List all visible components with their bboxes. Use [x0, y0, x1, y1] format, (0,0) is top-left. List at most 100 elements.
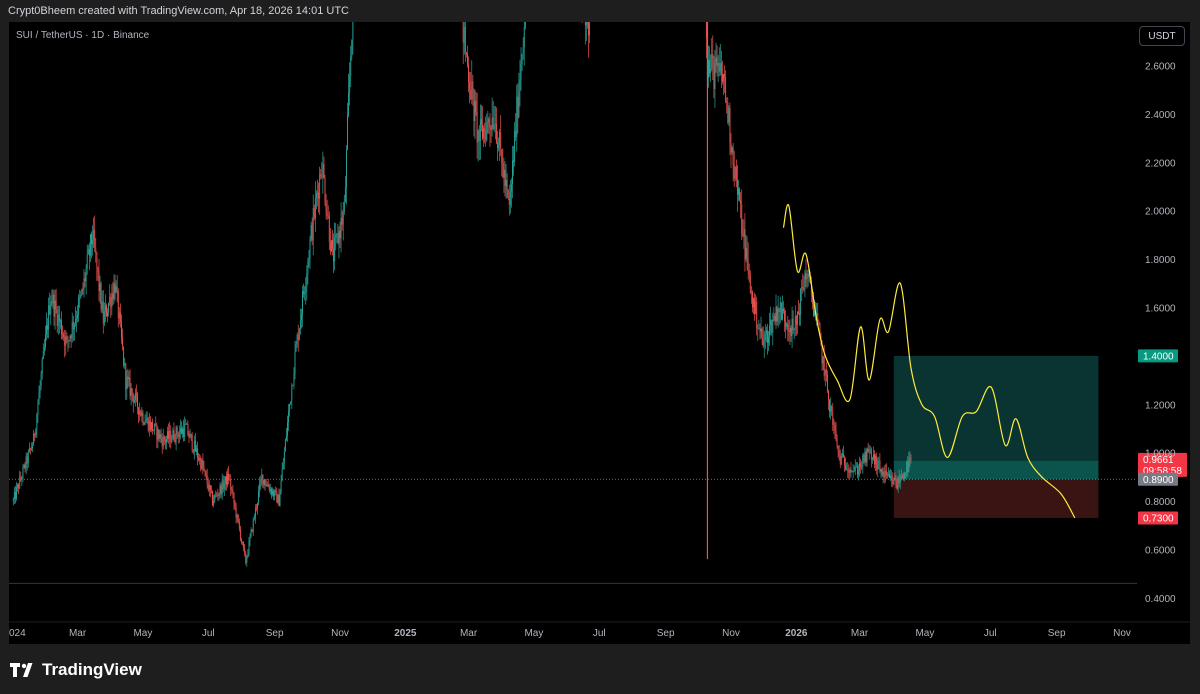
candle[interactable]	[268, 483, 270, 493]
candle[interactable]	[776, 305, 778, 326]
candle[interactable]	[271, 487, 272, 499]
candle[interactable]	[337, 223, 339, 245]
candle[interactable]	[865, 448, 867, 467]
candle[interactable]	[223, 476, 225, 496]
candle[interactable]	[194, 432, 196, 453]
candle[interactable]	[280, 474, 282, 495]
candle[interactable]	[117, 288, 119, 328]
candle[interactable]	[237, 514, 239, 524]
candle[interactable]	[277, 494, 279, 505]
candle[interactable]	[143, 421, 145, 426]
candle[interactable]	[213, 495, 215, 508]
candle[interactable]	[835, 422, 837, 442]
candle[interactable]	[201, 458, 203, 471]
candle[interactable]	[456, 0, 457, 3]
price-label[interactable]: 1.4000	[1138, 349, 1178, 363]
candle[interactable]	[79, 289, 81, 308]
candle[interactable]	[794, 305, 796, 337]
candle[interactable]	[830, 397, 832, 420]
candle[interactable]	[739, 187, 741, 202]
candle[interactable]	[98, 258, 100, 302]
candle[interactable]	[859, 456, 861, 477]
candle[interactable]	[874, 450, 875, 469]
candle[interactable]	[755, 294, 757, 315]
candle[interactable]	[291, 383, 293, 409]
candle[interactable]	[584, 0, 585, 3]
candle[interactable]	[284, 438, 286, 452]
candle[interactable]	[264, 479, 266, 491]
tradingview-logo[interactable]: TradingView	[10, 660, 142, 680]
candle[interactable]	[287, 415, 288, 442]
candle[interactable]	[168, 423, 170, 444]
candle[interactable]	[336, 232, 338, 244]
candle[interactable]	[34, 432, 36, 442]
candle[interactable]	[36, 412, 38, 438]
candle[interactable]	[519, 59, 521, 107]
candle[interactable]	[179, 419, 181, 440]
candle[interactable]	[724, 65, 726, 93]
candle[interactable]	[491, 97, 493, 137]
candle[interactable]	[139, 402, 141, 422]
candle[interactable]	[719, 43, 721, 76]
candle[interactable]	[138, 406, 140, 424]
candle[interactable]	[231, 486, 233, 495]
candle[interactable]	[746, 236, 748, 271]
candle[interactable]	[907, 456, 909, 477]
candle[interactable]	[92, 225, 94, 256]
candle[interactable]	[790, 325, 792, 343]
candle[interactable]	[162, 428, 164, 450]
candle[interactable]	[42, 343, 44, 360]
candle[interactable]	[61, 311, 62, 340]
candle[interactable]	[900, 469, 902, 481]
candle[interactable]	[58, 305, 60, 334]
candle[interactable]	[241, 537, 242, 545]
candle[interactable]	[498, 137, 499, 152]
candle[interactable]	[175, 425, 177, 451]
candle[interactable]	[52, 288, 54, 310]
candle[interactable]	[258, 485, 260, 506]
candle[interactable]	[65, 329, 67, 356]
candle[interactable]	[458, 0, 459, 8]
candle[interactable]	[211, 485, 212, 494]
candle[interactable]	[341, 210, 343, 231]
candle[interactable]	[344, 176, 346, 203]
candle[interactable]	[465, 51, 467, 58]
candle[interactable]	[293, 367, 295, 390]
candle[interactable]	[85, 264, 87, 295]
candle[interactable]	[64, 329, 66, 358]
candle[interactable]	[800, 288, 802, 326]
candle[interactable]	[323, 156, 325, 179]
candle[interactable]	[256, 503, 257, 512]
candle[interactable]	[575, 0, 576, 6]
candle[interactable]	[22, 464, 24, 482]
candle[interactable]	[89, 233, 91, 262]
candle[interactable]	[57, 305, 59, 335]
candle[interactable]	[47, 317, 49, 339]
candle[interactable]	[494, 106, 496, 140]
currency-button[interactable]: USDT	[1139, 26, 1185, 46]
candle[interactable]	[335, 222, 337, 251]
candle[interactable]	[473, 88, 475, 137]
candle[interactable]	[151, 421, 152, 433]
candle[interactable]	[262, 474, 264, 489]
candle[interactable]	[81, 288, 83, 297]
candle[interactable]	[328, 211, 330, 250]
candle[interactable]	[76, 310, 77, 333]
candle[interactable]	[768, 330, 769, 352]
candle[interactable]	[849, 467, 851, 480]
candle[interactable]	[112, 281, 114, 306]
candle[interactable]	[840, 453, 842, 466]
candle[interactable]	[144, 414, 146, 426]
candle[interactable]	[29, 447, 31, 455]
candle[interactable]	[66, 332, 68, 344]
candle[interactable]	[329, 227, 331, 255]
price-label[interactable]: 0.7300	[1138, 511, 1178, 525]
candle[interactable]	[731, 145, 733, 155]
candle[interactable]	[212, 490, 213, 507]
candle[interactable]	[888, 467, 889, 478]
candle[interactable]	[203, 460, 205, 472]
candle[interactable]	[735, 159, 737, 188]
candle[interactable]	[708, 45, 709, 88]
candle[interactable]	[250, 527, 252, 538]
candle[interactable]	[82, 282, 84, 295]
